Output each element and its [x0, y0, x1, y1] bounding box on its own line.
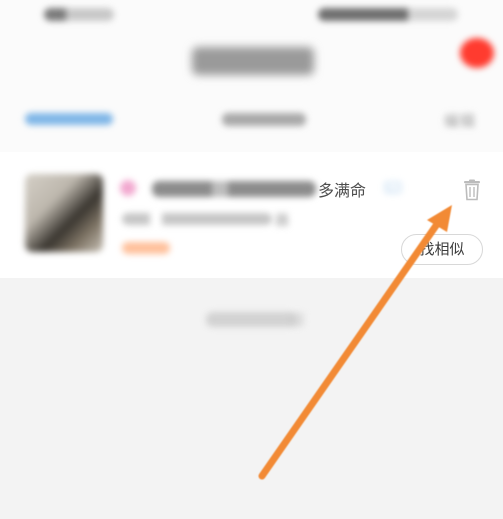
empty-state-text-tail: 容 [290, 311, 306, 329]
favorites-screen: 编辑 多满命 器 找相似 容 [0, 0, 503, 519]
item-subtitle-tail: 器 [275, 213, 289, 229]
tab-second-blurred[interactable] [222, 113, 306, 126]
find-similar-button[interactable]: 找相似 [401, 234, 483, 265]
item-title-blurred [152, 181, 316, 197]
trash-icon[interactable] [462, 179, 482, 201]
favorite-item-card[interactable]: 多满命 器 找相似 [0, 152, 503, 278]
header: 编辑 [0, 0, 503, 152]
empty-state-text-blurred [206, 312, 296, 327]
edit-button[interactable]: 编辑 [444, 110, 476, 131]
item-subtitle-blurred [122, 213, 272, 225]
pink-dot-icon [120, 180, 136, 196]
tab-active-blurred[interactable] [25, 113, 113, 125]
status-bar-right-blurred [318, 8, 458, 21]
item-thumbnail[interactable] [25, 174, 103, 252]
red-badge-blurred[interactable] [460, 38, 494, 68]
mail-icon [385, 182, 401, 193]
item-title-tail: 多满命 [318, 181, 367, 200]
status-bar-left-blurred [44, 8, 114, 21]
page-title-blurred [192, 47, 314, 75]
item-tag-blurred [122, 242, 170, 254]
